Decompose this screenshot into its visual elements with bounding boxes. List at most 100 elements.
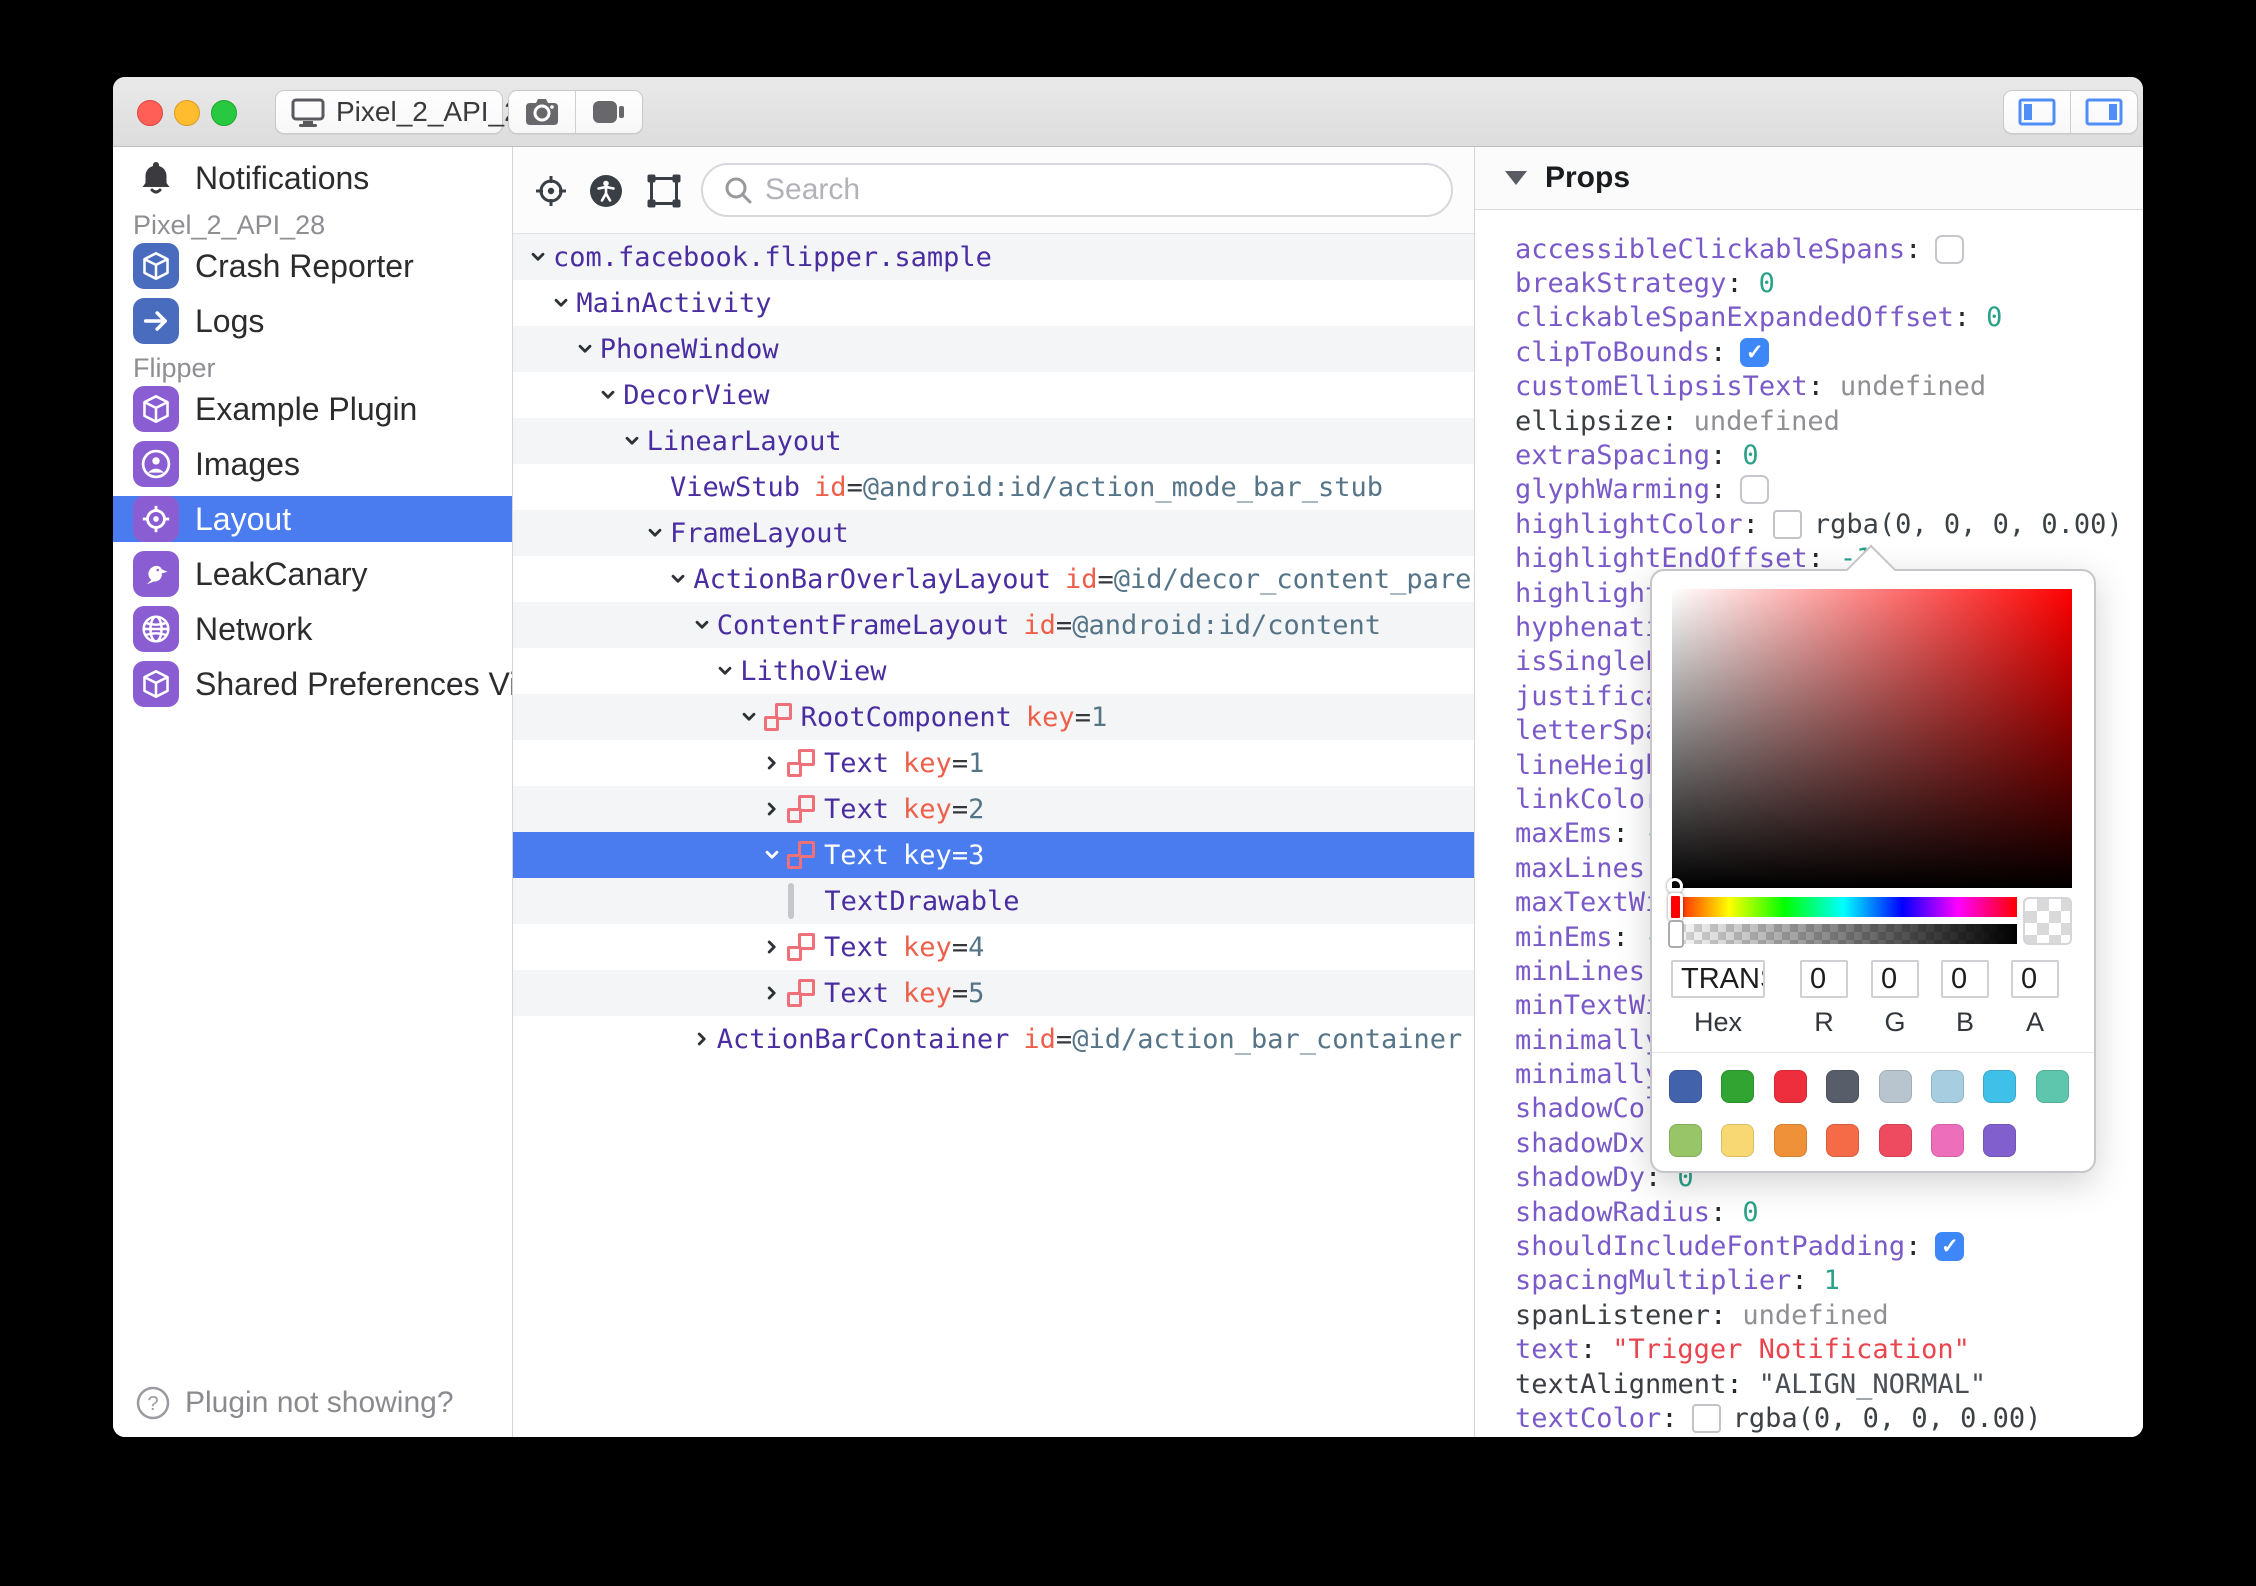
color-swatch[interactable] (1721, 1070, 1755, 1103)
chevron-down-icon[interactable] (761, 844, 787, 866)
hex-input[interactable]: TRANSPARENT (1671, 960, 1765, 998)
chevron-right-icon[interactable] (691, 1028, 717, 1050)
accessibility-mode-button[interactable] (589, 174, 623, 208)
color-swatch[interactable] (1773, 1124, 1807, 1157)
chevron-down-icon[interactable] (597, 384, 623, 406)
tree-node-contentframelayout--android-id-content[interactable]: ContentFrameLayout id = @android:id/content (513, 602, 1474, 648)
chevron-down-icon[interactable] (714, 660, 740, 682)
color-swatch[interactable] (1721, 1124, 1755, 1157)
color-swatch[interactable] (1931, 1124, 1964, 1157)
checked-checkbox[interactable] (1740, 337, 1770, 367)
blue-input[interactable]: 0 (1941, 960, 1989, 998)
tree-node-framelayout[interactable]: FrameLayout (513, 510, 1474, 556)
color-swatch[interactable] (1931, 1070, 1964, 1103)
color-swatch[interactable] (2035, 1070, 2069, 1103)
screenshot-button[interactable] (509, 91, 575, 133)
saturation-selector-dot[interactable] (1667, 878, 1683, 894)
color-swatch[interactable] (1878, 1070, 1912, 1103)
tree-node-viewstub--android-id-action-mode-bar-stub[interactable]: ViewStub id = @android:id/action_mode_bar_s… (513, 464, 1474, 510)
tree-node-phonewindow[interactable]: PhoneWindow (513, 326, 1474, 372)
tree-node-decorview[interactable]: DecorView (513, 372, 1474, 418)
color-swatch-box[interactable] (1691, 1403, 1721, 1433)
sidebar-item-shared-preferences-viewer[interactable]: Shared Preferences Viewer (113, 661, 512, 707)
prop-value[interactable]: 0 (1986, 302, 2002, 333)
chevron-down-icon[interactable] (738, 706, 764, 728)
chevron-right-icon[interactable] (761, 752, 787, 774)
prop-value[interactable]: 1 (1824, 1265, 1840, 1296)
tree-node-linearlayout[interactable]: LinearLayout (513, 418, 1474, 464)
sidebar-item-images[interactable]: Images (113, 441, 512, 487)
prop-value[interactable]: "ALIGN_NORMAL" (1759, 1369, 1987, 1400)
unchecked-checkbox[interactable] (1740, 475, 1770, 505)
chevron-down-icon[interactable] (550, 292, 576, 314)
alpha-slider-handle[interactable] (1668, 920, 1684, 948)
toggle-right-panel-button[interactable] (2070, 91, 2137, 133)
tree-node-actionbarcontainer--id-action-bar-container[interactable]: ActionBarContainer id = @id/action_bar_cont… (513, 1016, 1474, 1062)
prop-value[interactable]: 0 (1742, 1197, 1758, 1228)
chevron-down-icon[interactable] (574, 338, 600, 360)
color-swatch[interactable] (1669, 1070, 1702, 1103)
checked-checkbox[interactable] (1935, 1232, 1965, 1262)
chevron-down-icon[interactable] (667, 568, 693, 590)
search-input[interactable]: Search (701, 163, 1453, 217)
color-swatch[interactable] (1983, 1070, 2017, 1103)
tree-node-text-4[interactable]: Text key = 4 (513, 924, 1474, 970)
tree-node-lithoview[interactable]: LithoView (513, 648, 1474, 694)
sidebar-item-example-plugin[interactable]: Example Plugin (113, 386, 512, 432)
color-swatch[interactable] (1878, 1124, 1912, 1157)
prop-key: shadowDy (1515, 1162, 1646, 1194)
chevron-down-icon[interactable] (691, 614, 717, 636)
tree-node-com-facebook-flipper-sample[interactable]: com.facebook.flipper.sample (513, 234, 1474, 280)
tree-node-text-1[interactable]: Text key = 1 (513, 740, 1474, 786)
color-swatch[interactable] (1826, 1124, 1860, 1157)
tree-node-mainactivity[interactable]: MainActivity (513, 280, 1474, 326)
color-swatch[interactable] (1826, 1070, 1860, 1103)
tree-node-text-3[interactable]: Text key = 3 (513, 832, 1474, 878)
screen-record-button[interactable] (575, 91, 642, 133)
panel-toggle-segment (2003, 90, 2138, 134)
zoom-button[interactable] (211, 100, 237, 126)
hue-slider[interactable] (1670, 897, 2017, 917)
prop-value[interactable]: 0 (1742, 440, 1758, 471)
tree-node-text-2[interactable]: Text key = 2 (513, 786, 1474, 832)
sidebar-item-layout[interactable]: Layout (113, 496, 512, 542)
toggle-left-panel-button[interactable] (2004, 91, 2070, 133)
props-section-header[interactable]: Props (1475, 147, 2143, 210)
target-mode-button[interactable] (534, 174, 568, 208)
alpha-slider[interactable] (1670, 924, 2017, 944)
sidebar-item-network[interactable]: Network (113, 606, 512, 652)
color-swatch[interactable] (1983, 1124, 2017, 1157)
minimize-button[interactable] (174, 100, 200, 126)
chevron-down-icon[interactable] (644, 522, 670, 544)
sidebar-item-logs[interactable]: Logs (113, 298, 512, 344)
hue-slider-handle[interactable] (1668, 893, 1683, 921)
color-swatch[interactable] (1773, 1070, 1807, 1103)
chevron-right-icon[interactable] (761, 936, 787, 958)
green-input[interactable]: 0 (1871, 960, 1919, 998)
sidebar-item-notifications[interactable]: Notifications (113, 155, 512, 201)
alpha-input[interactable]: 0 (2011, 960, 2059, 998)
prop-value[interactable]: 0 (1759, 268, 1775, 299)
saturation-brightness-area[interactable] (1672, 589, 2072, 888)
chevron-right-icon[interactable] (761, 982, 787, 1004)
close-button[interactable] (137, 100, 163, 126)
prop-value[interactable]: "Trigger Notification" (1612, 1334, 1970, 1365)
tree-node-text-5[interactable]: Text key = 5 (513, 970, 1474, 1016)
chevron-down-icon[interactable] (527, 246, 553, 268)
select-element-button[interactable] (647, 174, 681, 208)
chevron-right-icon[interactable] (761, 798, 787, 820)
tree-node-textdrawable[interactable]: TextDrawable (513, 878, 1474, 924)
color-swatch[interactable] (1669, 1124, 1702, 1157)
prop-value[interactable]: rgba(0, 0, 0, 0.00) (1733, 1403, 2042, 1434)
device-selector-button[interactable]: Pixel_2_API_28 (275, 90, 535, 134)
prop-value[interactable]: rgba(0, 0, 0, 0.00) (1814, 509, 2123, 540)
tree-node-actionbaroverlaylayout--id-decor-content-parent[interactable]: ActionBarOverlayLayout id = @id/decor_conte… (513, 556, 1474, 602)
unchecked-checkbox[interactable] (1935, 234, 1965, 264)
sidebar-item-leakcanary[interactable]: LeakCanary (113, 551, 512, 597)
plugin-not-showing-link[interactable]: ? Plugin not showing? (135, 1385, 454, 1421)
red-input[interactable]: 0 (1800, 960, 1848, 998)
tree-node-rootcomponent-1[interactable]: RootComponent key = 1 (513, 694, 1474, 740)
color-swatch-box[interactable] (1772, 509, 1802, 539)
chevron-down-icon[interactable] (621, 430, 647, 452)
sidebar-item-crash-reporter[interactable]: Crash Reporter (113, 243, 512, 289)
